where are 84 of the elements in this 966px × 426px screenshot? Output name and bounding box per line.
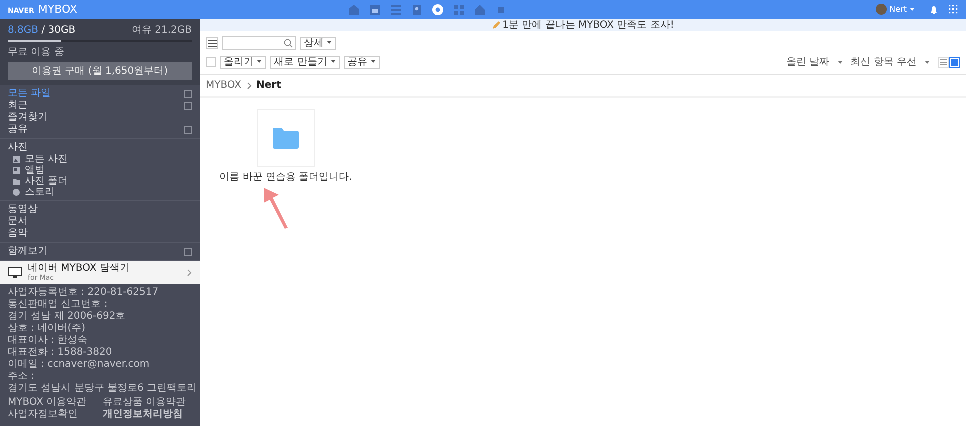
action-dropdown[interactable]: 올리기 (220, 56, 266, 68)
folder-icon (13, 178, 20, 185)
app-button[interactable] (432, 4, 444, 16)
expand-toggle[interactable] (184, 248, 192, 256)
grid-icon (453, 4, 465, 16)
avatar[interactable] (876, 4, 887, 15)
bell-icon[interactable] (929, 4, 939, 14)
detail-dropdown[interactable]: 상세 (300, 36, 336, 50)
file-card[interactable] (257, 109, 315, 167)
app-button[interactable] (453, 4, 465, 16)
action-dropdown[interactable]: 공유 (344, 56, 380, 68)
action-dropdown[interactable]: 새로 만들기 (270, 56, 340, 68)
grid-icon (951, 58, 958, 66)
sort-dropdown[interactable]: 최신 항목 우선 (850, 55, 917, 69)
footer-link[interactable]: 유료상품 이용약관 (103, 397, 192, 409)
plan-label: 무료 이용 중 (8, 46, 66, 59)
caret-icon (910, 8, 915, 11)
nav-item[interactable]: 사진 (8, 142, 192, 154)
search-icon[interactable] (284, 38, 293, 48)
footer-text: 경기 성남 제 2006-692호 (8, 311, 127, 323)
sort-dropdown[interactable]: 올린 날짜 (786, 55, 830, 69)
list-view-button[interactable] (938, 56, 949, 68)
expand-toggle[interactable] (184, 126, 192, 134)
expand-toggle[interactable] (184, 90, 192, 98)
caret-icon (257, 60, 262, 64)
image-icon (13, 156, 20, 163)
footer-link[interactable]: 개인정보처리방침 (103, 409, 192, 421)
nav-item[interactable]: 음악 (8, 228, 192, 240)
nav-item[interactable]: 문서 (8, 216, 192, 228)
menu-icon (208, 40, 216, 46)
search-field[interactable] (222, 36, 296, 50)
footer-link[interactable]: MYBOX 이용약관 (8, 397, 97, 409)
menu-button[interactable] (206, 37, 218, 49)
expand-toggle[interactable] (184, 102, 192, 110)
chevron-icon (246, 82, 252, 90)
footer-text: 이메일 : ccnaver@naver.com (8, 359, 151, 371)
nav-item[interactable]: 함께보기 (8, 246, 48, 258)
monitor-icon (8, 267, 22, 278)
calendar-icon (369, 4, 381, 16)
contact-icon (411, 4, 423, 16)
caret-icon (370, 60, 376, 64)
nav-item[interactable]: 즐겨찾기 (8, 112, 48, 124)
caret-icon (838, 60, 843, 64)
nav-subitem[interactable]: 스토리 (25, 187, 55, 198)
nav-item[interactable]: 공유 (8, 124, 28, 136)
list-icon (940, 58, 947, 66)
breadcrumb-item[interactable]: MYBOX (206, 80, 242, 91)
app-button[interactable] (369, 4, 381, 16)
cloud-box-icon (432, 4, 444, 16)
house-icon (474, 4, 486, 16)
survey-banner[interactable]: 1분 만에 끝나는 MYBOX 만족도 조사! (200, 19, 966, 31)
circle-icon (13, 189, 20, 196)
footer-text: 통신판매업 신고번호 : (8, 299, 109, 311)
album-icon (13, 167, 20, 174)
nav-subitem[interactable]: 모든 사진 (25, 154, 68, 165)
footer-text: 주소 : (8, 371, 36, 383)
nav-item[interactable]: 최근 (8, 100, 28, 112)
footer-text: 사업자등록번호 : 220-81-62517 (8, 287, 160, 299)
app-button[interactable] (411, 4, 423, 16)
file-name[interactable]: 이름 바꾼 연습용 폴더입니다. (220, 170, 352, 184)
storage-usage: 8.8GB / 30GB (8, 24, 76, 36)
footer-text: 대표이사 : 한성숙 (8, 335, 89, 347)
caret-icon (327, 41, 332, 44)
nav-item[interactable]: 동영상 (8, 204, 192, 216)
list-icon (390, 4, 402, 16)
folder-icon (273, 128, 299, 148)
chevron-icon (187, 268, 192, 276)
caret-icon (330, 60, 336, 64)
footer-text: 대표전화 : 1588-3820 (8, 347, 114, 359)
select-all-checkbox[interactable] (206, 57, 216, 67)
nav-subitem[interactable]: 사진 폴더 (25, 176, 68, 187)
caret-icon (925, 60, 930, 64)
footer-link[interactable]: 사업자정보확인 (8, 409, 97, 421)
apps-grid-icon[interactable] (949, 5, 958, 14)
buy-button[interactable]: 이용권 구매 (월 1,650원부터) (8, 62, 192, 80)
footer-text: 상호 : 네이버(주) (8, 323, 87, 335)
nav-subitem[interactable]: 앨범 (25, 165, 45, 176)
grid-view-button[interactable] (949, 56, 960, 68)
free-space: 여유 21.2GB (132, 24, 192, 37)
breadcrumb-item[interactable]: Nert (256, 80, 282, 91)
app-button[interactable] (474, 4, 486, 16)
banner-text[interactable]: 1분 만에 끝나는 MYBOX 만족도 조사! (502, 18, 674, 32)
app-button[interactable] (390, 4, 402, 16)
promo-title: 네이버 MYBOX 탐색기 (28, 263, 131, 274)
